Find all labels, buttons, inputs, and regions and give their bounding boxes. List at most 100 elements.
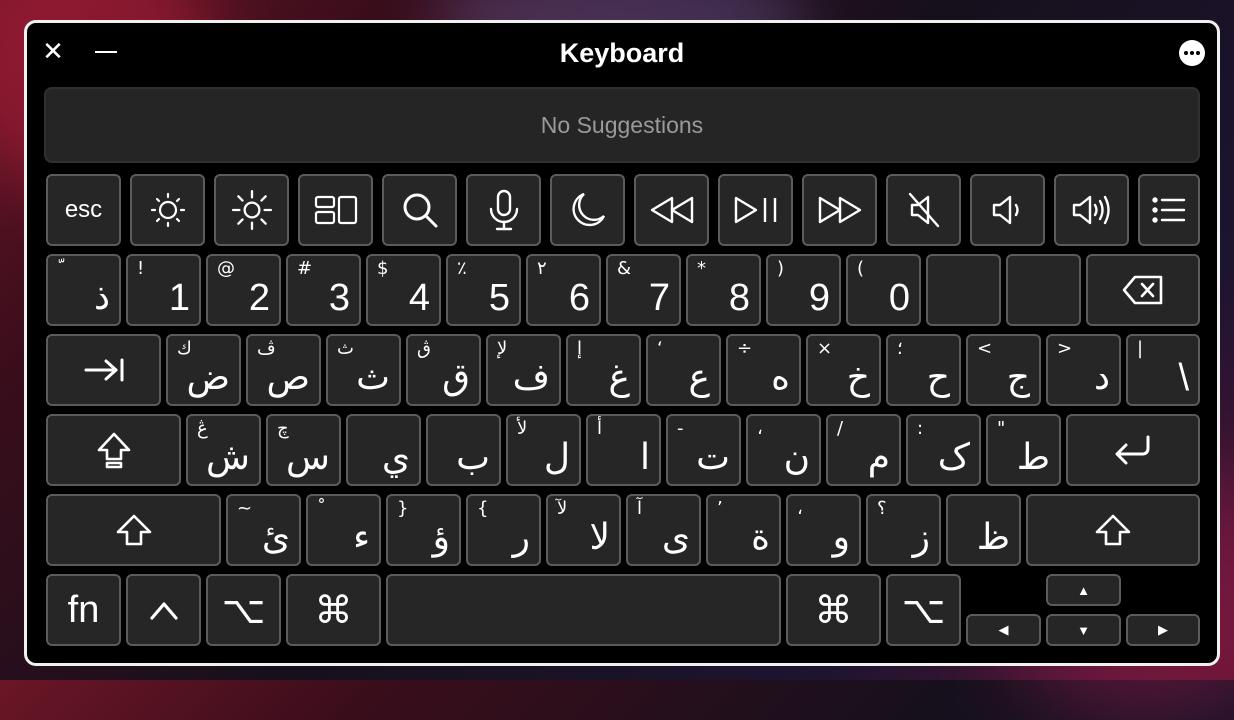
- key-9[interactable]: ) 9: [766, 254, 841, 326]
- key-blank-1[interactable]: [926, 254, 1001, 326]
- esc-key[interactable]: esc: [46, 174, 121, 246]
- key-3[interactable]: # 3: [286, 254, 361, 326]
- key-backslash[interactable]: | \: [1126, 334, 1200, 406]
- key-س[interactable]: چ س: [266, 414, 341, 486]
- right-shift-key[interactable]: [1026, 494, 1200, 566]
- space-bar[interactable]: [386, 574, 781, 646]
- key-ؤ[interactable]: } ؤ: [386, 494, 461, 566]
- tab-key[interactable]: [46, 334, 161, 406]
- command-icon: ⌘: [814, 588, 853, 632]
- return-key[interactable]: [1066, 414, 1200, 486]
- tab-icon: [82, 356, 126, 384]
- key-blank-2[interactable]: [1006, 254, 1081, 326]
- key-primary: ط: [1016, 437, 1050, 478]
- left-shift-key[interactable]: [46, 494, 221, 566]
- key-ظ[interactable]: ظ: [946, 494, 1021, 566]
- key-ض[interactable]: ك ض: [166, 334, 241, 406]
- brightness-up-key[interactable]: [214, 174, 289, 246]
- key-ي[interactable]: ي: [346, 414, 421, 486]
- right-option-key[interactable]: ⌥: [886, 574, 961, 646]
- key-primary: م: [867, 437, 890, 478]
- key-8[interactable]: * 8: [686, 254, 761, 326]
- caps-lock-key[interactable]: [46, 414, 181, 486]
- key-1[interactable]: ! 1: [126, 254, 201, 326]
- key-ط[interactable]: " ط: [986, 414, 1061, 486]
- backspace-icon: [1121, 274, 1165, 306]
- fast-forward-key[interactable]: [802, 174, 877, 246]
- key-primary: 6: [568, 277, 590, 319]
- right-command-key[interactable]: ⌘: [786, 574, 881, 646]
- key-ء[interactable]: ْ ء: [306, 494, 381, 566]
- key-5[interactable]: ٪ 5: [446, 254, 521, 326]
- key-ر[interactable]: { ر: [466, 494, 541, 566]
- key-ذ[interactable]: ّ ذ: [46, 254, 121, 326]
- key-ق[interactable]: ڨ ق: [406, 334, 481, 406]
- key-secondary: ٪: [457, 258, 467, 279]
- key-و[interactable]: ، و: [786, 494, 861, 566]
- option-key[interactable]: ⌥: [206, 574, 281, 646]
- command-icon: ⌘: [314, 588, 353, 632]
- more-options-icon[interactable]: [1179, 40, 1205, 66]
- key-ة[interactable]: ’ ة: [706, 494, 781, 566]
- command-key[interactable]: ⌘: [286, 574, 381, 646]
- brightness-down-key[interactable]: [130, 174, 205, 246]
- control-key[interactable]: [126, 574, 201, 646]
- arrow-down-key[interactable]: ▼: [1046, 614, 1121, 646]
- key-م[interactable]: / م: [826, 414, 901, 486]
- key-ا[interactable]: أ ا: [586, 414, 661, 486]
- key-secondary: لإ: [497, 338, 508, 359]
- key-ه[interactable]: ÷ ه: [726, 334, 801, 406]
- key-primary: ف: [512, 357, 550, 398]
- key-غ[interactable]: إ غ: [566, 334, 641, 406]
- key-4[interactable]: $ 4: [366, 254, 441, 326]
- key-ع[interactable]: ʻ ع: [646, 334, 721, 406]
- key-ف[interactable]: لإ ف: [486, 334, 561, 406]
- key-خ[interactable]: × خ: [806, 334, 881, 406]
- arrow-right-key[interactable]: ▶: [1126, 614, 1200, 646]
- key-ب[interactable]: ب: [426, 414, 501, 486]
- key-د[interactable]: > د: [1046, 334, 1121, 406]
- key-ح[interactable]: ؛ ح: [886, 334, 961, 406]
- spotlight-key[interactable]: [382, 174, 457, 246]
- key-ص[interactable]: ڤ ص: [246, 334, 321, 406]
- key-ج[interactable]: < ج: [966, 334, 1041, 406]
- key-ن[interactable]: ، ن: [746, 414, 821, 486]
- arrow-up-key[interactable]: ▲: [1046, 574, 1121, 606]
- backspace-key[interactable]: [1086, 254, 1200, 326]
- key-ز[interactable]: ؟ ز: [866, 494, 941, 566]
- key-primary: ه: [771, 357, 790, 398]
- key-0[interactable]: ( 0: [846, 254, 921, 326]
- key-ل[interactable]: لأ ل: [506, 414, 581, 486]
- option-icon: ⌥: [221, 588, 266, 632]
- focus-key[interactable]: [550, 174, 625, 246]
- key-secondary: لآ: [557, 498, 568, 519]
- key-2[interactable]: @ 2: [206, 254, 281, 326]
- mute-key[interactable]: [886, 174, 961, 246]
- volume-down-key[interactable]: [970, 174, 1045, 246]
- key-primary: ز: [912, 517, 930, 558]
- volume-up-key[interactable]: [1054, 174, 1129, 246]
- key-primary: ض: [186, 357, 230, 398]
- key-ئ[interactable]: ~ ئ: [226, 494, 301, 566]
- rewind-key[interactable]: [634, 174, 709, 246]
- key-secondary: ڨ: [417, 338, 431, 359]
- return-icon: [1112, 434, 1154, 466]
- key-primary: ع: [688, 357, 710, 398]
- key-primary: د: [1093, 357, 1110, 398]
- key-7[interactable]: & 7: [606, 254, 681, 326]
- menu-key[interactable]: [1138, 174, 1200, 246]
- key-secondary: ): [777, 258, 785, 279]
- fn-key[interactable]: fn: [46, 574, 121, 646]
- key-secondary: إ: [577, 338, 583, 359]
- key-ت[interactable]: - ت: [666, 414, 741, 486]
- key-ث[interactable]: ث ث: [326, 334, 401, 406]
- arrow-left-key[interactable]: ◀: [966, 614, 1041, 646]
- key-ش[interactable]: ڠ ش: [186, 414, 261, 486]
- play-pause-key[interactable]: [718, 174, 793, 246]
- key-6[interactable]: ۲ 6: [526, 254, 601, 326]
- key-ى[interactable]: آ ى: [626, 494, 701, 566]
- key-ک[interactable]: : ک: [906, 414, 981, 486]
- mission-control-key[interactable]: [298, 174, 373, 246]
- dictation-key[interactable]: [466, 174, 541, 246]
- key-لا[interactable]: لآ لا: [546, 494, 621, 566]
